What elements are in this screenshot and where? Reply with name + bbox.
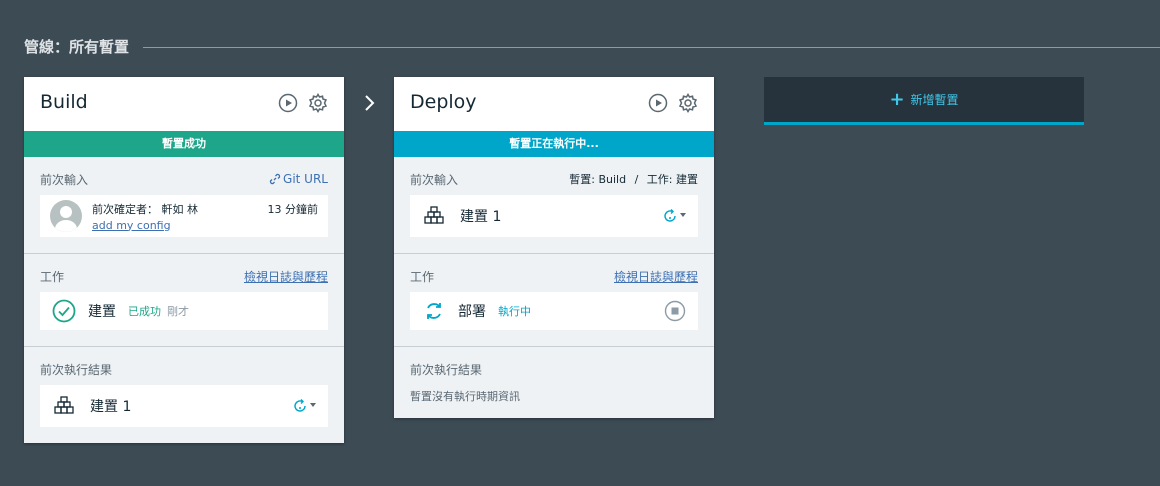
last-input-section: 前次輸入 暫置: Build / 工作: 建置 建置 1 <box>394 157 714 254</box>
redeploy-dropdown[interactable] <box>662 208 686 224</box>
view-logs-link[interactable]: 檢視日誌與歷程 <box>244 268 328 285</box>
chevron-down-icon <box>680 213 686 217</box>
stage-build: Build 暫置成功 前次輸入 Git URL 前次確定者： 軒如 林 13 分 <box>24 77 344 443</box>
view-logs-link[interactable]: 檢視日誌與歷程 <box>614 268 698 285</box>
job-status: 已成功 <box>128 305 161 318</box>
input-build-tile[interactable]: 建置 1 <box>410 195 698 237</box>
section-label: 前次執行結果 <box>40 362 113 377</box>
job-name: 建置 <box>88 304 116 320</box>
avatar <box>50 200 82 232</box>
play-icon[interactable] <box>648 93 668 113</box>
page-title: 管線：所有暫置 <box>24 37 130 56</box>
commit-message-link[interactable]: add my config <box>92 219 318 232</box>
stage-header: Build <box>24 77 344 131</box>
add-stage-label: 新增暫置 <box>910 93 959 107</box>
git-url-link[interactable]: Git URL <box>269 172 328 186</box>
section-label: 前次輸入 <box>40 172 89 187</box>
section-label: 工作 <box>40 269 65 284</box>
build-blocks-icon <box>422 204 446 228</box>
section-label: 前次輸入 <box>410 172 459 187</box>
add-stage-button[interactable]: + 新增暫置 <box>764 77 1084 125</box>
header-divider <box>143 46 1160 48</box>
input-stage: 暫置: Build <box>569 173 627 186</box>
build-label: 建置 1 <box>90 399 132 415</box>
section-label: 前次執行結果 <box>410 362 483 377</box>
redeploy-dropdown[interactable] <box>292 398 316 414</box>
redeploy-icon <box>294 399 306 412</box>
page-header: 管線：所有暫置 <box>24 34 1160 58</box>
plus-icon: + <box>889 88 905 110</box>
stop-icon[interactable] <box>664 300 686 322</box>
stage-name: Build <box>40 91 88 113</box>
input-job: 工作: 建置 <box>646 173 698 186</box>
job-name: 部署 <box>458 304 486 320</box>
job-tile-deploy[interactable]: 部署 執行中 <box>410 292 698 330</box>
commit-time: 13 分鐘前 <box>267 202 319 216</box>
stage-status-bar: 暫置成功 <box>24 131 344 157</box>
gear-icon[interactable] <box>678 93 698 113</box>
stage-status-bar: 暫置正在執行中... <box>394 131 714 157</box>
input-source: 暫置: Build / 工作: 建置 <box>569 171 698 187</box>
gear-icon[interactable] <box>308 93 328 113</box>
jobs-section: 工作 檢視日誌與歷程 部署 執行中 <box>394 254 714 347</box>
redeploy-icon <box>664 209 676 222</box>
last-input-section: 前次輸入 Git URL 前次確定者： 軒如 林 13 分鐘前 add my c… <box>24 157 344 254</box>
no-runtime-info: 暫置沒有執行時期資訊 <box>410 390 520 403</box>
stage-deploy: Deploy 暫置正在執行中... 前次輸入 暫置: Build / 工作: 建… <box>394 77 714 418</box>
build-label: 建置 1 <box>460 209 502 225</box>
play-icon[interactable] <box>278 93 298 113</box>
stage-name: Deploy <box>410 91 477 113</box>
git-url-label: Git URL <box>283 172 328 186</box>
link-icon <box>269 173 281 185</box>
job-tile-build[interactable]: 建置 已成功 剛才 <box>40 292 328 330</box>
chevron-down-icon <box>310 403 316 407</box>
job-status: 執行中 <box>498 305 531 318</box>
last-result-section: 前次執行結果 暫置沒有執行時期資訊 <box>394 347 714 420</box>
commit-tile: 前次確定者： 軒如 林 13 分鐘前 add my config <box>40 195 328 237</box>
sync-icon <box>422 299 446 323</box>
committer-name: 前次確定者： 軒如 林 <box>92 202 198 216</box>
input-separator: / <box>634 173 639 186</box>
jobs-section: 工作 檢視日誌與歷程 建置 已成功 剛才 <box>24 254 344 347</box>
build-result-tile[interactable]: 建置 1 <box>40 385 328 427</box>
section-label: 工作 <box>410 269 435 284</box>
job-time: 剛才 <box>167 305 189 318</box>
chevron-right-icon <box>365 95 375 111</box>
stage-header: Deploy <box>394 77 714 131</box>
check-icon <box>52 299 76 323</box>
build-blocks-icon <box>52 394 76 418</box>
last-result-section: 前次執行結果 建置 1 <box>24 347 344 443</box>
